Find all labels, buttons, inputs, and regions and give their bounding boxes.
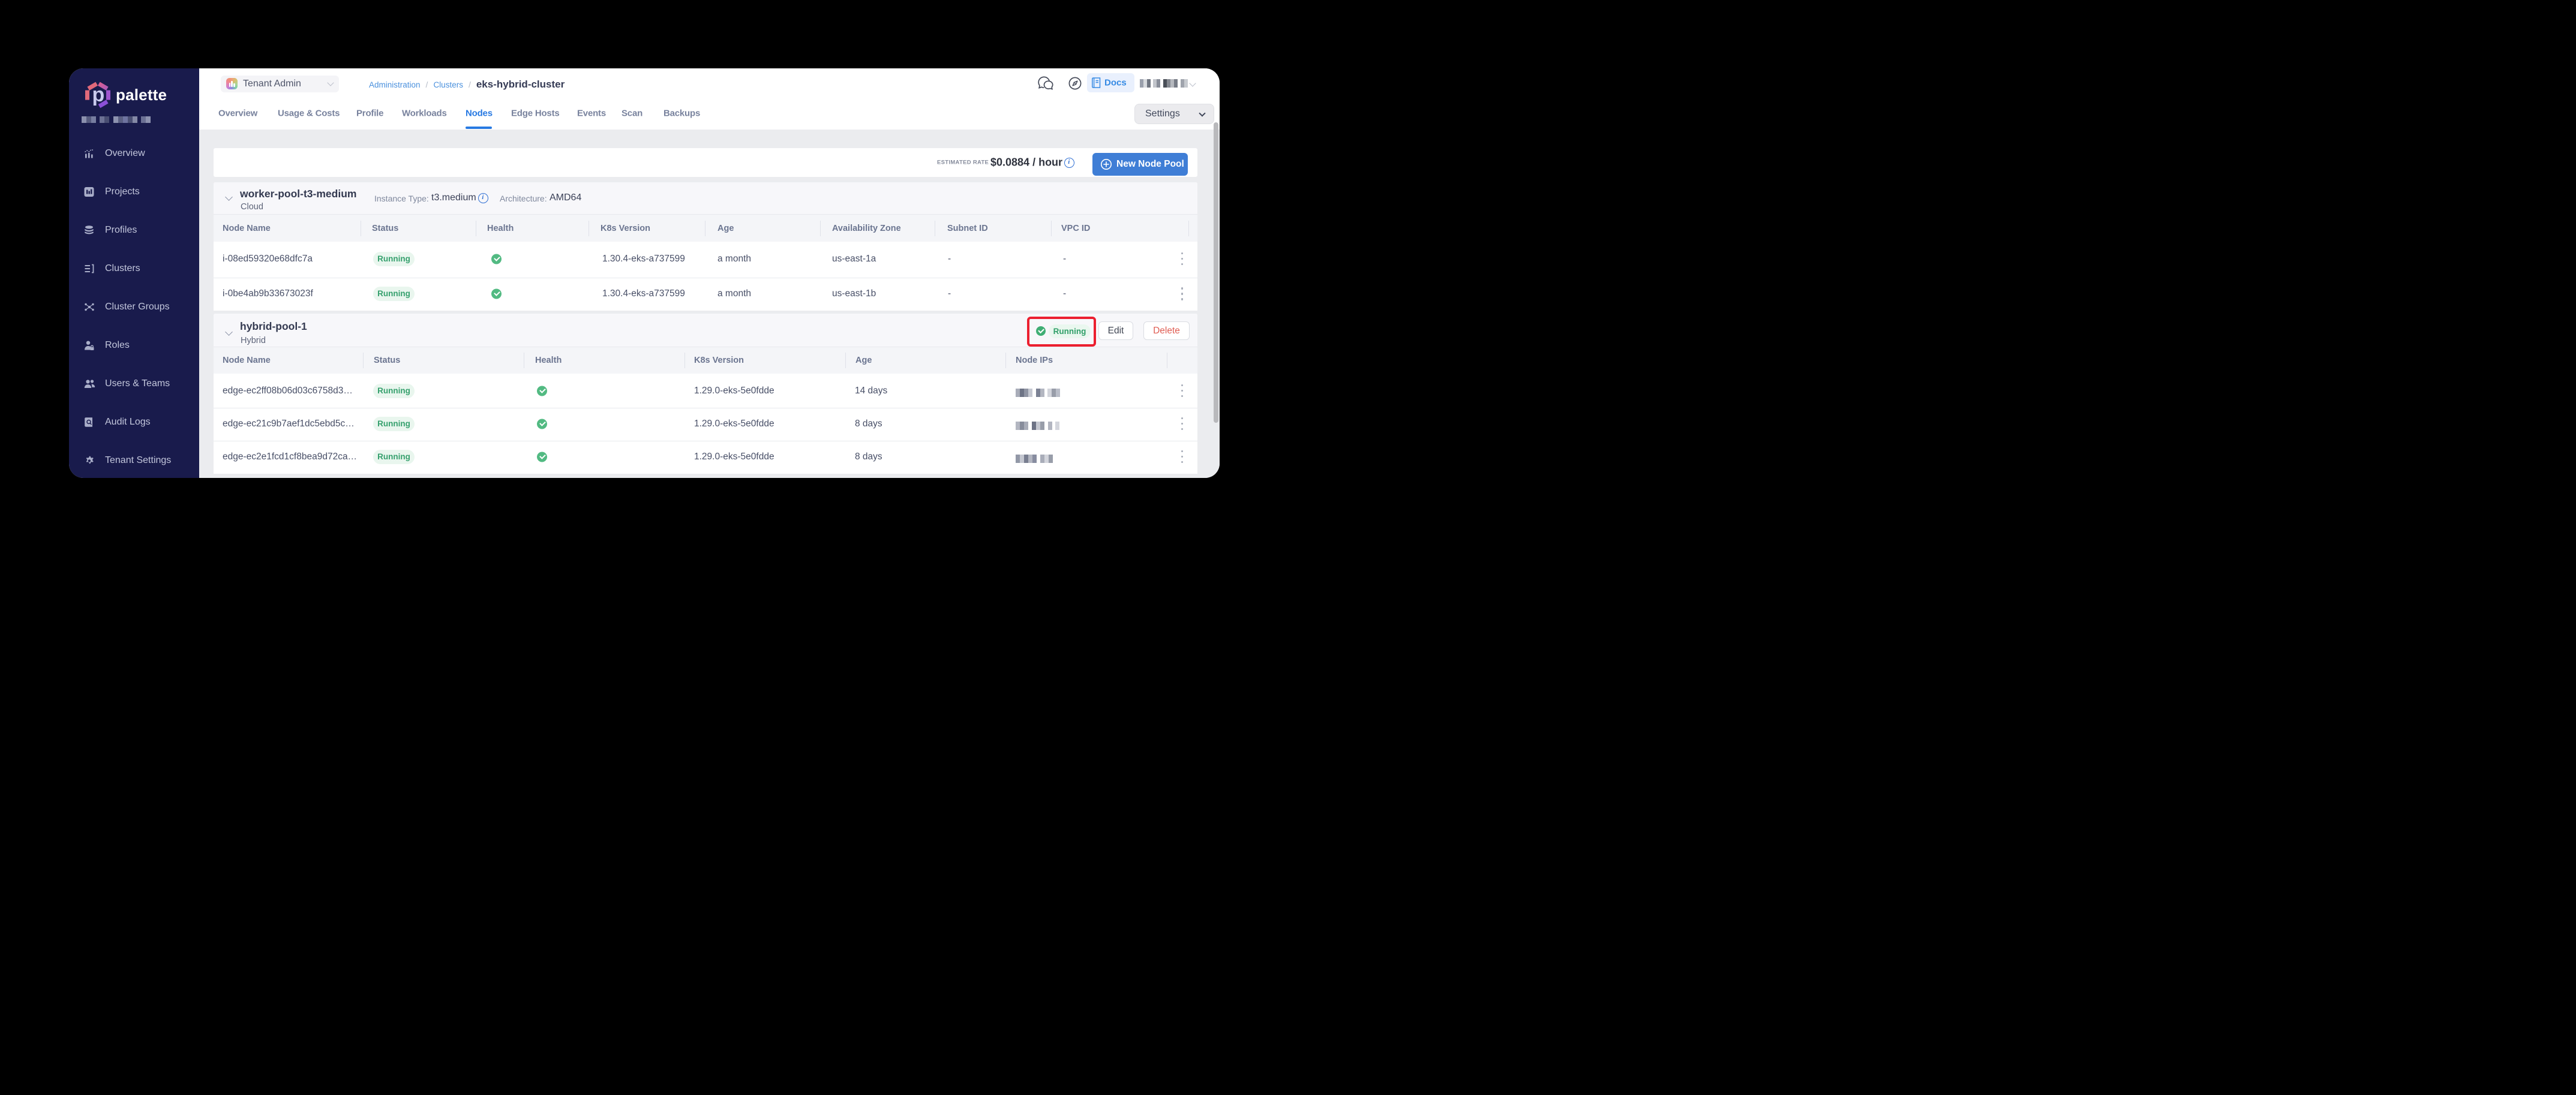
svg-text:p: p bbox=[92, 83, 105, 106]
